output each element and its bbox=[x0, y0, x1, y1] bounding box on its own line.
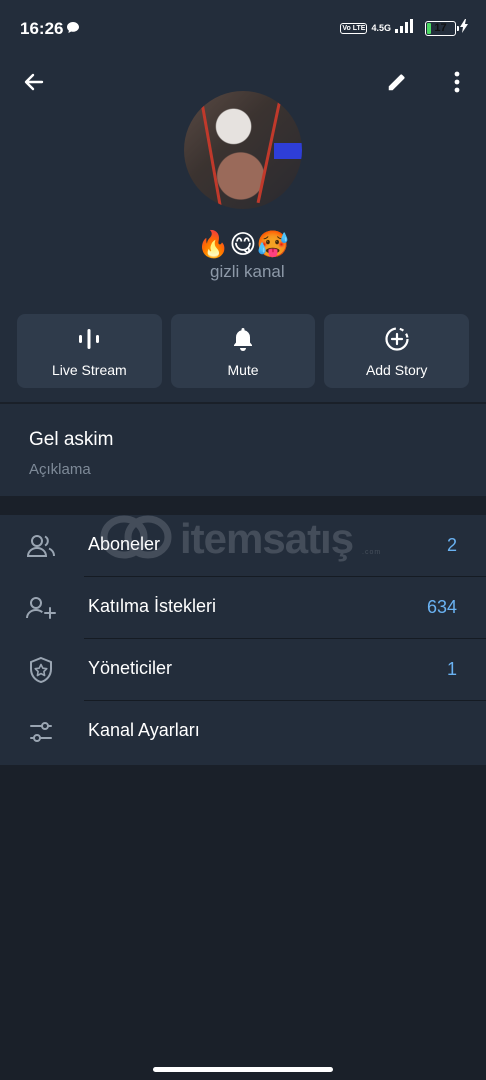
battery-level: 17 bbox=[434, 22, 447, 34]
channel-avatar[interactable] bbox=[184, 91, 302, 209]
more-vertical-icon bbox=[454, 71, 460, 93]
channel-title: 🔥😋🥵 bbox=[197, 230, 289, 260]
join-requests-label: Katılma İstekleri bbox=[88, 596, 217, 616]
subscribers-count: 2 bbox=[446, 535, 457, 555]
channel-subtitle: gizli kanal bbox=[210, 262, 285, 281]
admins-count: 1 bbox=[446, 659, 457, 679]
status-time: 16:26 bbox=[20, 19, 64, 38]
battery-icon: 17 bbox=[425, 21, 459, 36]
channel-management-list: Aboneler 2 Katılma İstekleri 634 Yönetic… bbox=[0, 515, 486, 765]
home-indicator[interactable] bbox=[153, 1067, 333, 1072]
list-item-subscribers[interactable]: Aboneler 2 bbox=[0, 515, 486, 577]
live-stream-label: Live Stream bbox=[51, 362, 127, 378]
back-button[interactable] bbox=[14, 62, 54, 102]
message-notification-icon bbox=[66, 21, 80, 39]
user-add-icon bbox=[24, 593, 58, 623]
network-type: 4.5G bbox=[371, 23, 391, 33]
live-stream-button[interactable]: Live Stream bbox=[17, 314, 162, 388]
admins-label: Yöneticiler bbox=[88, 658, 173, 678]
list-item-join-requests[interactable]: Katılma İstekleri 634 bbox=[0, 577, 486, 639]
edit-button[interactable] bbox=[377, 62, 417, 102]
mute-label: Mute bbox=[227, 362, 259, 378]
signal-icon bbox=[395, 19, 413, 38]
channel-settings-label: Kanal Ayarları bbox=[88, 720, 200, 740]
volte-indicator: Vo LTE bbox=[340, 23, 368, 34]
subscribers-label: Aboneler bbox=[88, 534, 161, 554]
more-options-button[interactable] bbox=[437, 62, 477, 102]
status-bar: 16:26 Vo LTE 4.5G 17 bbox=[0, 0, 486, 58]
join-requests-count: 634 bbox=[426, 597, 457, 617]
shield-star-icon bbox=[24, 655, 58, 685]
mute-button[interactable]: Mute bbox=[170, 314, 316, 388]
status-indicators: Vo LTE 4.5G 17 bbox=[340, 19, 468, 38]
add-story-label: Add Story bbox=[365, 362, 428, 378]
sliders-icon bbox=[24, 717, 58, 747]
channel-header: 16:26 Vo LTE 4.5G 17 🔥😋🥵 gizli kanal Liv… bbox=[0, 0, 486, 402]
list-item-admins[interactable]: Yöneticiler 1 bbox=[0, 639, 486, 701]
add-story-button[interactable]: Add Story bbox=[324, 314, 470, 388]
pencil-icon bbox=[388, 74, 405, 91]
bell-icon bbox=[230, 326, 256, 352]
channel-info-section: Gel askim Açıklama bbox=[0, 404, 486, 496]
arrow-left-icon bbox=[24, 73, 44, 91]
charging-icon bbox=[460, 19, 468, 38]
description-caption: Açıklama bbox=[29, 461, 91, 478]
add-story-icon bbox=[384, 326, 410, 352]
list-item-channel-settings[interactable]: Kanal Ayarları bbox=[0, 701, 486, 763]
users-icon bbox=[24, 531, 58, 561]
action-buttons: Live Stream Mute Add Story bbox=[17, 314, 470, 388]
channel-description-text: Gel askim bbox=[29, 429, 114, 450]
battery-tip bbox=[457, 26, 459, 31]
live-stream-icon bbox=[76, 326, 102, 352]
